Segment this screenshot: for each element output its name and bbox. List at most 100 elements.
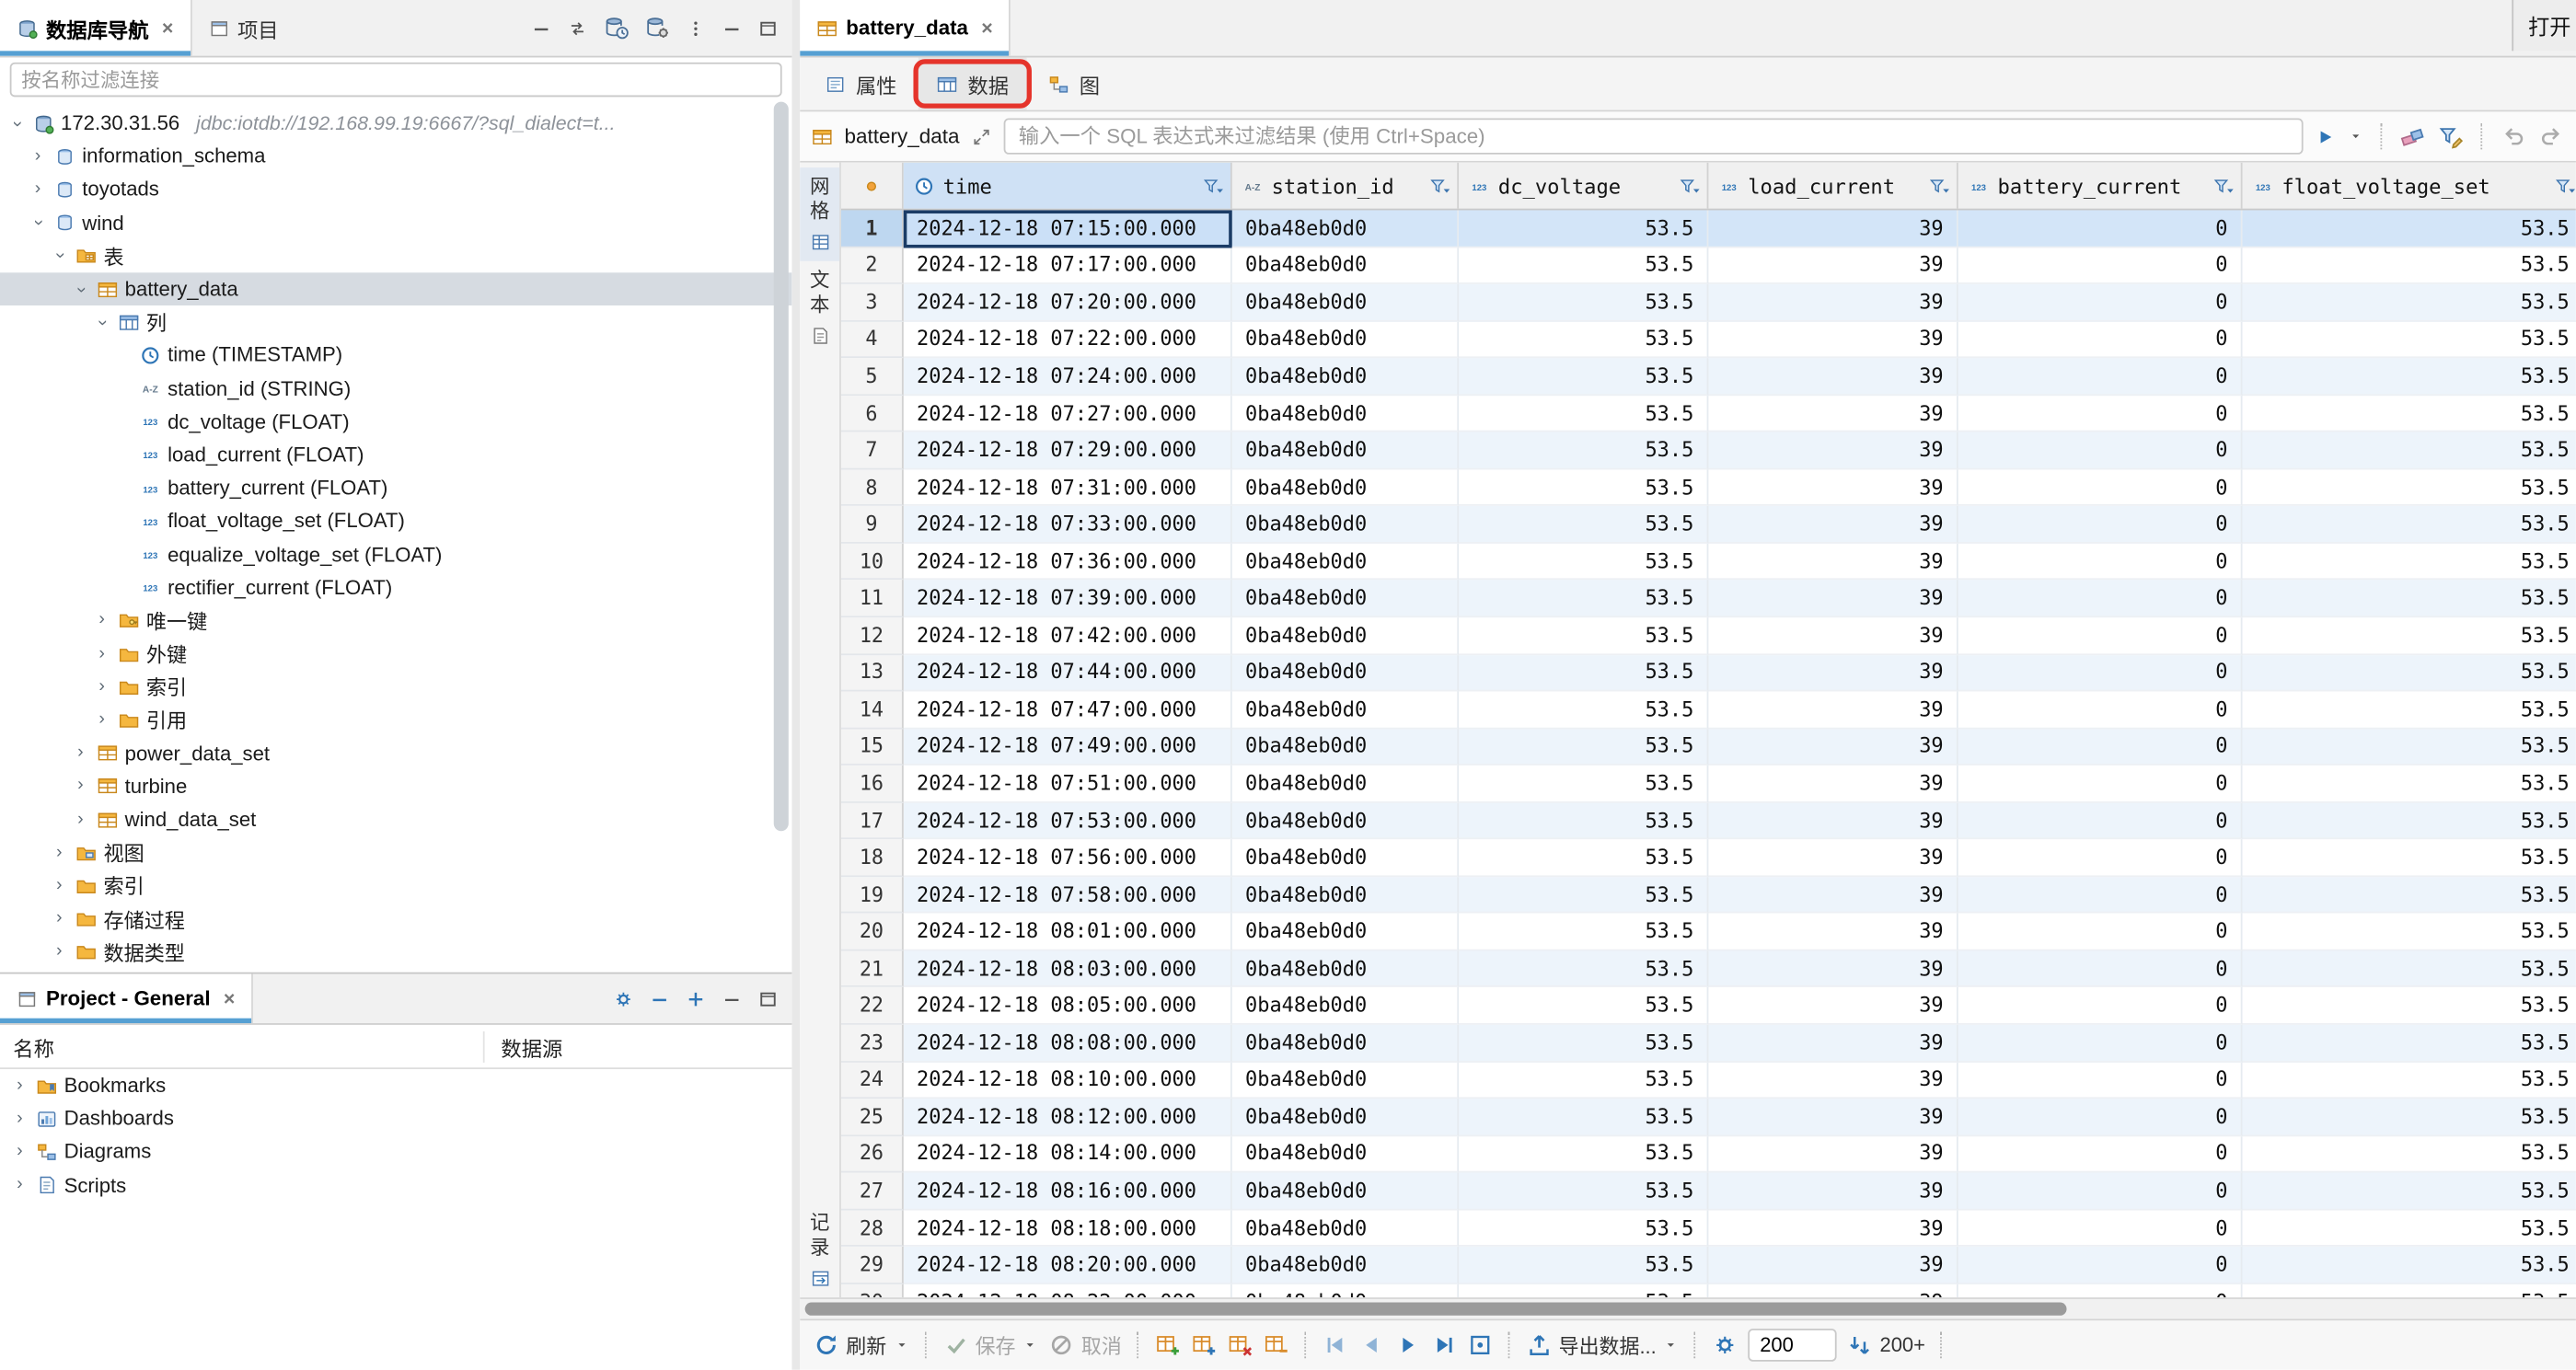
grid-cell[interactable]: 2024-12-18 08:20:00.000 (904, 1247, 1232, 1284)
project-settings-icon[interactable] (613, 988, 634, 1009)
grid-cell[interactable]: 53.5 (2243, 321, 2576, 358)
grid-cell[interactable]: 39 (1708, 654, 1958, 691)
grid-cell[interactable]: 0 (1958, 654, 2243, 691)
close-icon[interactable]: × (981, 18, 993, 38)
tree-item[interactable]: ›toyotads (0, 173, 791, 206)
grid-cell[interactable]: 0 (1958, 469, 2243, 506)
grid-cell[interactable]: 2024-12-18 07:29:00.000 (904, 432, 1232, 469)
cancel-button[interactable]: 取消 (1048, 1330, 1122, 1360)
project-item[interactable]: ›Bookmarks (0, 1069, 791, 1102)
row-number[interactable]: 20 (841, 914, 904, 950)
grid-cell[interactable]: 53.5 (1459, 729, 1708, 766)
grid-cell[interactable]: 0ba48eb0d0 (1232, 1136, 1459, 1173)
column-filter-icon[interactable] (2555, 175, 2576, 196)
subtab-data[interactable]: 数据 (918, 57, 1027, 109)
grid-cell[interactable]: 53.5 (1459, 396, 1708, 432)
grid-cell[interactable]: 0ba48eb0d0 (1232, 950, 1459, 987)
tree-item[interactable]: ›battery_data (0, 272, 791, 305)
grid-cell[interactable]: 53.5 (1459, 1136, 1708, 1173)
tree-item[interactable]: ›information_schema (0, 140, 791, 173)
grid-cell[interactable]: 53.5 (2243, 248, 2576, 284)
grid-cell[interactable]: 0ba48eb0d0 (1232, 284, 1459, 321)
column-filter-icon[interactable] (1679, 175, 1700, 196)
grid-cell[interactable]: 53.5 (2243, 1025, 2576, 1062)
grid-cell[interactable]: 0 (1958, 1284, 2243, 1298)
grid-cell[interactable]: 39 (1708, 432, 1958, 469)
grid-cell[interactable]: 53.5 (2243, 284, 2576, 321)
row-number[interactable]: 18 (841, 840, 904, 877)
grid-settings-icon[interactable] (1712, 1332, 1739, 1359)
grid-cell[interactable]: 0 (1958, 877, 2243, 914)
row-number[interactable]: 8 (841, 469, 904, 506)
minimize-icon[interactable] (722, 988, 743, 1009)
grid-cell[interactable]: 53.5 (1459, 358, 1708, 395)
grid-cell[interactable]: 2024-12-18 07:33:00.000 (904, 506, 1232, 543)
grid-cell[interactable]: 0ba48eb0d0 (1232, 469, 1459, 506)
grid-cell[interactable]: 2024-12-18 08:05:00.000 (904, 988, 1232, 1025)
tree-item[interactable]: ›123load_current (FLOAT) (0, 438, 791, 471)
project-item[interactable]: ›Diagrams (0, 1135, 791, 1169)
grid-cell[interactable]: 2024-12-18 07:47:00.000 (904, 692, 1232, 729)
tree-item[interactable]: ›time (TIMESTAMP) (0, 339, 791, 372)
grid-cell[interactable]: 53.5 (1459, 544, 1708, 581)
sql-filter-input[interactable] (1004, 119, 2304, 155)
grid-cell[interactable]: 0 (1958, 432, 2243, 469)
maximize-icon[interactable] (757, 988, 779, 1009)
grid-cell[interactable]: 53.5 (2243, 358, 2576, 395)
tree-item[interactable]: ›引用 (0, 704, 791, 737)
chevron-icon[interactable]: › (50, 877, 69, 895)
grid-cell[interactable]: 53.5 (1459, 877, 1708, 914)
side-tab-record[interactable]: 记录 (800, 1203, 839, 1297)
row-number[interactable]: 11 (841, 581, 904, 617)
grid-cell[interactable]: 0 (1958, 210, 2243, 247)
chevron-icon[interactable]: › (10, 1143, 29, 1161)
focus-row-icon[interactable] (1467, 1332, 1494, 1359)
chevron-icon[interactable]: › (10, 1110, 29, 1128)
grid-cell[interactable]: 39 (1708, 802, 1958, 839)
side-tab-grid[interactable]: 网格 (800, 167, 839, 261)
row-number[interactable]: 7 (841, 432, 904, 469)
grid-cell[interactable]: 2024-12-18 07:58:00.000 (904, 877, 1232, 914)
chevron-icon[interactable]: › (50, 246, 68, 265)
grid-cell[interactable]: 39 (1708, 1284, 1958, 1298)
row-number[interactable]: 27 (841, 1173, 904, 1210)
grid-cell[interactable]: 53.5 (1459, 284, 1708, 321)
grid-cell[interactable]: 53.5 (1459, 692, 1708, 729)
tree-item[interactable]: ›表 (0, 239, 791, 272)
chevron-icon[interactable]: › (28, 147, 47, 166)
close-icon[interactable]: × (224, 989, 236, 1008)
grid-cell[interactable]: 2024-12-18 07:17:00.000 (904, 248, 1232, 284)
column-header-datasource[interactable]: 数据源 (485, 1030, 563, 1062)
tab-projects[interactable]: 项目 (191, 0, 295, 56)
chevron-icon[interactable]: › (7, 113, 26, 132)
horizontal-scrollbar[interactable] (800, 1297, 2576, 1318)
chevron-down-icon[interactable] (1663, 1337, 1680, 1353)
grid-cell[interactable]: 39 (1708, 581, 1958, 617)
grid-cell[interactable]: 0 (1958, 1247, 2243, 1284)
grid-cell[interactable]: 53.5 (2243, 766, 2576, 802)
grid-cell[interactable]: 0 (1958, 1173, 2243, 1210)
grid-cell[interactable]: 0ba48eb0d0 (1232, 617, 1459, 654)
chevron-icon[interactable]: › (50, 844, 69, 862)
grid-cell[interactable]: 53.5 (1459, 766, 1708, 802)
collapse-all-icon[interactable] (531, 17, 552, 39)
grid-cell[interactable]: 39 (1708, 358, 1958, 395)
tree-item[interactable]: ›视图 (0, 836, 791, 869)
row-number[interactable]: 2 (841, 248, 904, 284)
tree-item[interactable]: ›wind_data_set (0, 803, 791, 836)
column-filter-icon[interactable] (1929, 175, 1950, 196)
grid-cell[interactable]: 0ba48eb0d0 (1232, 729, 1459, 766)
column-filter-icon[interactable] (1203, 175, 1224, 196)
grid-cell[interactable]: 0ba48eb0d0 (1232, 1025, 1459, 1062)
grid-cell[interactable]: 53.5 (2243, 1099, 2576, 1135)
close-icon[interactable]: × (162, 18, 174, 38)
grid-cell[interactable]: 39 (1708, 284, 1958, 321)
grid-cell[interactable]: 53.5 (2243, 581, 2576, 617)
grid-cell[interactable]: 2024-12-18 08:03:00.000 (904, 950, 1232, 987)
grid-cell[interactable]: 2024-12-18 08:14:00.000 (904, 1136, 1232, 1173)
grid-cell[interactable]: 53.5 (2243, 432, 2576, 469)
grid-cell[interactable]: 39 (1708, 1025, 1958, 1062)
grid-cell[interactable]: 39 (1708, 1210, 1958, 1247)
grid-cell[interactable]: 53.5 (2243, 396, 2576, 432)
tree-item[interactable]: ›索引 (0, 671, 791, 704)
